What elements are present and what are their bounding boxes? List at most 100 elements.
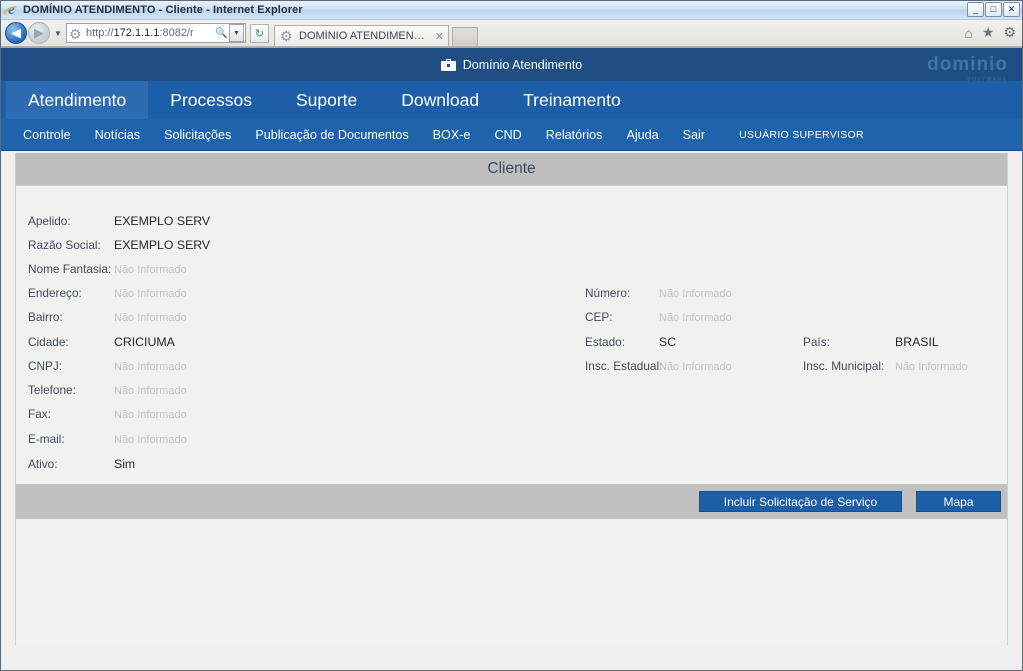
field-cnpj: CNPJ: Não Informado	[28, 359, 187, 373]
field-value: Não Informado	[114, 409, 187, 421]
field-value: EXEMPLO SERV	[114, 238, 211, 252]
field-value: CRICIUMA	[114, 335, 175, 349]
field-value: Não Informado	[114, 264, 187, 276]
refresh-button[interactable]: ↻	[250, 23, 269, 43]
field-label: Apelido:	[28, 214, 71, 228]
field-value: Sim	[114, 457, 136, 471]
home-icon[interactable]: ⌂	[964, 25, 972, 41]
field-email: E-mail: Não Informado	[28, 432, 187, 446]
field-estado: Estado: SC	[585, 335, 676, 349]
primary-navigation: Atendimento Processos Suporte Download T…	[1, 81, 1022, 119]
field-numero: Número: Não Informado	[585, 286, 732, 300]
field-label: CNPJ:	[28, 359, 63, 373]
window-controls: _ □ ✕	[967, 2, 1020, 17]
page-empty-area	[1, 645, 1022, 670]
forward-button[interactable]: ▶	[28, 22, 50, 44]
field-cep: CEP: Não Informado	[585, 310, 732, 324]
field-label: Ativo:	[28, 457, 58, 471]
subnav-item-ajuda[interactable]: Ajuda	[614, 128, 670, 142]
incluir-solicitacao-de-servico-button[interactable]: Incluir Solicitação de Serviço	[699, 491, 902, 512]
address-bar[interactable]: http://172.1.1.1:8082/r 🔍 ▼	[66, 23, 246, 43]
back-button[interactable]: ◀	[5, 22, 27, 44]
browser-toolbar: ◀ ▶ ▼ http://172.1.1.1:8082/r 🔍 ▼ ↻ DOMÍ…	[1, 20, 1022, 47]
window-title: DOMÍNIO ATENDIMENTO - Cliente - Internet…	[23, 4, 303, 16]
field-value: Não Informado	[895, 361, 968, 373]
nav-item-atendimento[interactable]: Atendimento	[6, 81, 149, 119]
field-label: Telefone:	[28, 383, 76, 397]
nav-item-processos[interactable]: Processos	[148, 81, 274, 119]
history-dropdown-icon[interactable]: ▼	[52, 29, 64, 38]
new-tab-button[interactable]	[452, 27, 478, 46]
subnav-item-relatorios[interactable]: Relatórios	[534, 128, 615, 142]
field-telefone: Telefone: Não Informado	[28, 383, 187, 397]
field-label: CEP:	[585, 310, 613, 324]
field-value: Não Informado	[114, 385, 187, 397]
subnav-item-cnd[interactable]: CND	[482, 128, 533, 142]
field-label: Número:	[585, 286, 631, 300]
tools-gear-icon[interactable]: ⚙	[1003, 24, 1016, 41]
field-label: E-mail:	[28, 432, 65, 446]
field-label: Estado:	[585, 335, 626, 349]
field-label: Insc. Estadual:	[585, 359, 663, 373]
subnav-item-box-e[interactable]: BOX-e	[421, 128, 483, 142]
tab-favicon-icon	[280, 29, 294, 43]
field-label: Razão Social:	[28, 238, 101, 252]
secondary-navigation: Controle Notícias Solicitações Publicaçã…	[1, 119, 1022, 151]
internet-explorer-window: e DOMÍNIO ATENDIMENTO - Cliente - Intern…	[0, 0, 1023, 671]
content-frame: Cliente Apelido: EXEMPLO SERV Razão Soci…	[15, 153, 1008, 645]
field-ativo: Ativo: Sim	[28, 457, 135, 471]
page-title: Cliente	[16, 153, 1007, 186]
subnav-item-solicitacoes[interactable]: Solicitações	[152, 128, 243, 142]
briefcase-icon	[440, 58, 456, 71]
app-header-title: Domínio Atendimento	[462, 57, 583, 72]
field-apelido: Apelido: EXEMPLO SERV	[28, 214, 210, 228]
field-value: Não Informado	[659, 312, 732, 324]
internet-explorer-icon: e	[2, 2, 21, 18]
maximize-button[interactable]: □	[985, 2, 1002, 17]
field-value: EXEMPLO SERV	[114, 214, 211, 228]
close-button[interactable]: ✕	[1003, 2, 1020, 17]
field-fax: Fax: Não Informado	[28, 407, 187, 421]
field-value: Não Informado	[659, 288, 732, 300]
subnav-item-noticias[interactable]: Notícias	[83, 128, 153, 142]
app-header: Domínio Atendimento dominio SOFTWARE	[1, 48, 1022, 83]
nav-item-suporte[interactable]: Suporte	[274, 81, 379, 119]
field-value: Não Informado	[114, 288, 187, 300]
browser-tab[interactable]: DOMÍNIO ATENDIMENTO - C... ✕	[274, 25, 449, 46]
search-icon[interactable]: 🔍	[214, 24, 229, 42]
window-titlebar: e DOMÍNIO ATENDIMENTO - Cliente - Intern…	[1, 1, 1022, 20]
address-bar-url: http://172.1.1.1:8082/r	[86, 27, 194, 39]
field-insc-estadual: Insc. Estadual: Não Informado	[585, 359, 732, 373]
field-value: BRASIL	[895, 335, 939, 349]
page-viewport: Domínio Atendimento dominio SOFTWARE Ate…	[1, 47, 1022, 670]
form-action-bar: Incluir Solicitação de Serviço Mapa	[16, 484, 1007, 519]
field-bairro: Bairro: Não Informado	[28, 310, 187, 324]
toolbar-right-icons: ⌂ ★ ⚙	[964, 24, 1016, 41]
address-dropdown-icon[interactable]: ▼	[229, 24, 244, 42]
field-value: Não Informado	[114, 361, 187, 373]
nav-item-treinamento[interactable]: Treinamento	[501, 81, 643, 119]
field-cidade: Cidade: CRICIUMA	[28, 335, 175, 349]
field-label: Bairro:	[28, 310, 63, 324]
favorites-icon[interactable]: ★	[982, 24, 995, 41]
subnav-item-controle[interactable]: Controle	[11, 128, 83, 142]
tab-close-icon[interactable]: ✕	[435, 30, 444, 43]
field-label: Insc. Municipal:	[803, 359, 885, 373]
field-label: Nome Fantasia:	[28, 262, 112, 276]
subnav-item-publicacao-de-documentos[interactable]: Publicação de Documentos	[243, 128, 420, 142]
field-label: Fax:	[28, 407, 51, 421]
field-value: SC	[659, 335, 677, 349]
field-razao-social: Razão Social: EXEMPLO SERV	[28, 238, 210, 252]
nav-item-download[interactable]: Download	[379, 81, 501, 119]
browser-tabstrip: DOMÍNIO ATENDIMENTO - C... ✕	[274, 20, 478, 46]
minimize-button[interactable]: _	[967, 2, 984, 17]
field-value: Não Informado	[114, 434, 187, 446]
field-value: Não Informado	[659, 361, 732, 373]
dominio-brand-logo: dominio SOFTWARE	[927, 54, 1008, 83]
subnav-item-sair[interactable]: Sair	[671, 128, 717, 142]
field-pais: País: BRASIL	[803, 335, 939, 349]
field-label: País:	[803, 335, 830, 349]
mapa-button[interactable]: Mapa	[916, 491, 1001, 512]
browser-tab-title: DOMÍNIO ATENDIMENTO - C...	[299, 30, 428, 42]
page-gear-icon	[69, 26, 83, 40]
